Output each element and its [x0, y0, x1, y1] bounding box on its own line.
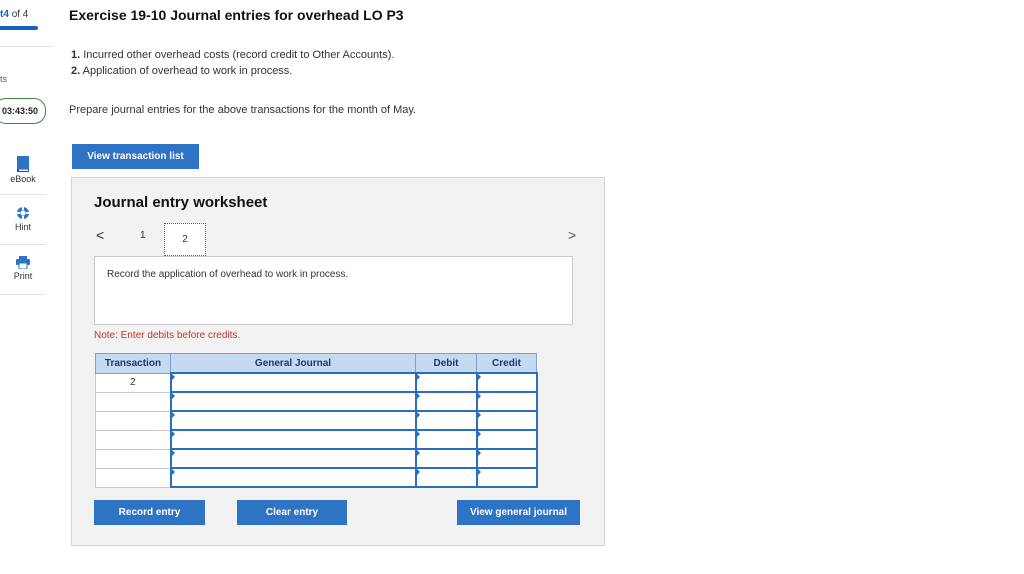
ebook-label: eBook: [10, 174, 36, 184]
ebook-button[interactable]: eBook: [0, 156, 46, 184]
points-label: ts: [0, 74, 8, 84]
printer-icon: [16, 256, 30, 269]
account-dropdown[interactable]: [169, 467, 417, 488]
clear-entry-button[interactable]: Clear entry: [237, 500, 347, 525]
entry-description: Record the application of overhead to wo…: [107, 269, 349, 280]
account-dropdown[interactable]: [169, 391, 417, 412]
header-credit: Credit: [476, 353, 537, 374]
view-transaction-list-button[interactable]: View transaction list: [72, 144, 199, 169]
sidebar: t4 of 4 ts 03:43:50 eBook Hint Print: [0, 0, 54, 574]
table-row: [95, 429, 538, 450]
print-label: Print: [13, 271, 33, 281]
header-transaction: Transaction: [95, 353, 171, 374]
entry-description-box: Record the application of overhead to wo…: [94, 256, 573, 325]
list-item-text: Incurred other overhead costs (record cr…: [83, 49, 395, 61]
lifebuoy-icon: [17, 207, 29, 219]
hint-button[interactable]: Hint: [0, 206, 46, 232]
debit-input[interactable]: [414, 410, 478, 431]
question-progress: t4 of 4: [0, 9, 28, 20]
debit-credit-note: Note: Enter debits before credits.: [94, 330, 241, 341]
journal-entry-worksheet: Journal entry worksheet < 1 2 > Record t…: [71, 177, 605, 546]
transaction-cell: 2: [95, 372, 171, 393]
debit-input[interactable]: [414, 467, 478, 488]
divider: [0, 46, 54, 47]
chevron-left-icon[interactable]: <: [96, 227, 104, 243]
divider: [0, 294, 46, 295]
exercise-title: Exercise 19-10 Journal entries for overh…: [69, 7, 404, 23]
debit-input[interactable]: [414, 448, 478, 469]
account-dropdown[interactable]: [169, 372, 417, 393]
transaction-cell: [95, 429, 171, 450]
account-dropdown[interactable]: [169, 429, 417, 450]
progress-current: 4: [3, 9, 9, 20]
account-dropdown[interactable]: [169, 410, 417, 431]
credit-input[interactable]: [475, 410, 538, 431]
list-item: 2. Application of overhead to work in pr…: [71, 63, 394, 79]
credit-input[interactable]: [475, 448, 538, 469]
chevron-right-icon[interactable]: >: [568, 227, 576, 243]
hint-label: Hint: [14, 222, 31, 232]
table-header-row: Transaction General Journal Debit Credit: [95, 353, 537, 374]
page-tab-1[interactable]: 1: [140, 230, 146, 241]
progress-total: of 4: [11, 9, 29, 20]
table-row: [95, 467, 538, 488]
credit-input[interactable]: [475, 429, 538, 450]
transaction-cell: [95, 391, 171, 412]
debit-input[interactable]: [414, 391, 478, 412]
transaction-list: 1. Incurred other overhead costs (record…: [71, 47, 394, 79]
progress-bar: [0, 26, 38, 30]
divider: [0, 244, 46, 245]
credit-input[interactable]: [475, 467, 538, 488]
account-dropdown[interactable]: [169, 448, 417, 469]
credit-input[interactable]: [475, 391, 538, 412]
print-button[interactable]: Print: [0, 256, 46, 281]
view-general-journal-button[interactable]: View general journal: [457, 500, 580, 525]
instructions: Prepare journal entries for the above tr…: [69, 104, 417, 116]
list-item-number: 2.: [71, 65, 81, 77]
transaction-cell: [95, 467, 171, 488]
journal-table: Transaction General Journal Debit Credit…: [95, 353, 538, 488]
transaction-cell: [95, 410, 171, 431]
timer: 03:43:50: [0, 98, 46, 124]
table-row: 2: [95, 372, 538, 393]
table-row: [95, 448, 538, 469]
divider: [0, 194, 46, 195]
debit-input[interactable]: [414, 372, 478, 393]
credit-input[interactable]: [475, 372, 538, 393]
table-row: [95, 410, 538, 431]
list-item-number: 1.: [71, 49, 81, 61]
table-row: [95, 391, 538, 412]
book-icon: [17, 156, 29, 172]
transaction-cell: [95, 448, 171, 469]
header-debit: Debit: [415, 353, 477, 374]
worksheet-title: Journal entry worksheet: [94, 194, 268, 211]
header-general-journal: General Journal: [170, 353, 416, 374]
list-item-text: Application of overhead to work in proce…: [82, 65, 293, 77]
debit-input[interactable]: [414, 429, 478, 450]
page-tab-2-active[interactable]: 2: [164, 223, 206, 256]
record-entry-button[interactable]: Record entry: [94, 500, 205, 525]
list-item: 1. Incurred other overhead costs (record…: [71, 47, 394, 63]
